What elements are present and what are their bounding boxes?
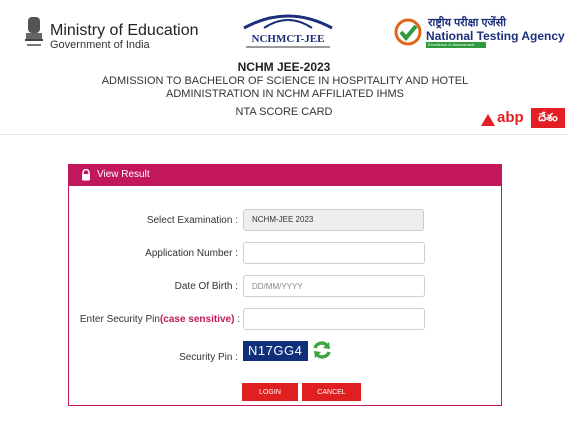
admission-title: ADMISSION TO BACHELOR OF SCIENCE IN HOSP…	[101, 75, 469, 100]
application-number-label: Application Number :	[145, 248, 238, 259]
select-exam-label: Select Examination :	[146, 215, 238, 226]
captcha-image: N17GG4	[243, 341, 308, 361]
exam-title: NCHM JEE-2023	[237, 60, 331, 74]
header-divider	[0, 134, 568, 135]
dob-input[interactable]	[243, 275, 425, 297]
abp-desam-badge: దేశం	[531, 108, 565, 128]
case-sensitive-note: (case sensitive)	[159, 314, 235, 325]
national-emblem-icon	[25, 17, 43, 46]
security-pin-input[interactable]	[243, 308, 425, 330]
dob-label: Date Of Birth :	[174, 281, 238, 292]
ministry-subtitle: Government of India	[50, 39, 150, 51]
nchmct-jee-logo-text: NCHMCT-JEE	[252, 33, 325, 45]
refresh-captcha-icon[interactable]	[311, 339, 333, 361]
nta-english-name: National Testing Agency	[426, 29, 565, 43]
captcha-label: Security Pin :	[179, 352, 238, 363]
panel-title: View Result	[97, 169, 150, 180]
select-exam-dropdown[interactable]: NCHM-JEE 2023	[243, 209, 424, 231]
abp-logo-text: abp	[497, 109, 524, 126]
login-button[interactable]: LOGIN	[242, 383, 298, 401]
nta-logo-icon	[394, 18, 422, 46]
lock-icon	[82, 169, 90, 181]
abp-logo-icon	[481, 114, 495, 126]
nta-hindi-name: राष्ट्रीय परीक्षा एजेंसी	[428, 17, 506, 29]
application-number-input[interactable]	[243, 242, 425, 264]
nta-tagline: Excellence in Assessment	[426, 42, 486, 48]
cancel-button[interactable]: CANCEL	[302, 383, 361, 401]
nchmct-jee-logo: NCHMCT-JEE	[240, 14, 336, 48]
security-pin-entry-label: Enter Security Pin(case sensitive) :	[70, 314, 240, 325]
security-pin-label-colon: :	[234, 314, 240, 325]
ministry-title: Ministry of Education	[50, 22, 199, 39]
security-pin-label-text: Enter Security Pin	[79, 314, 160, 325]
